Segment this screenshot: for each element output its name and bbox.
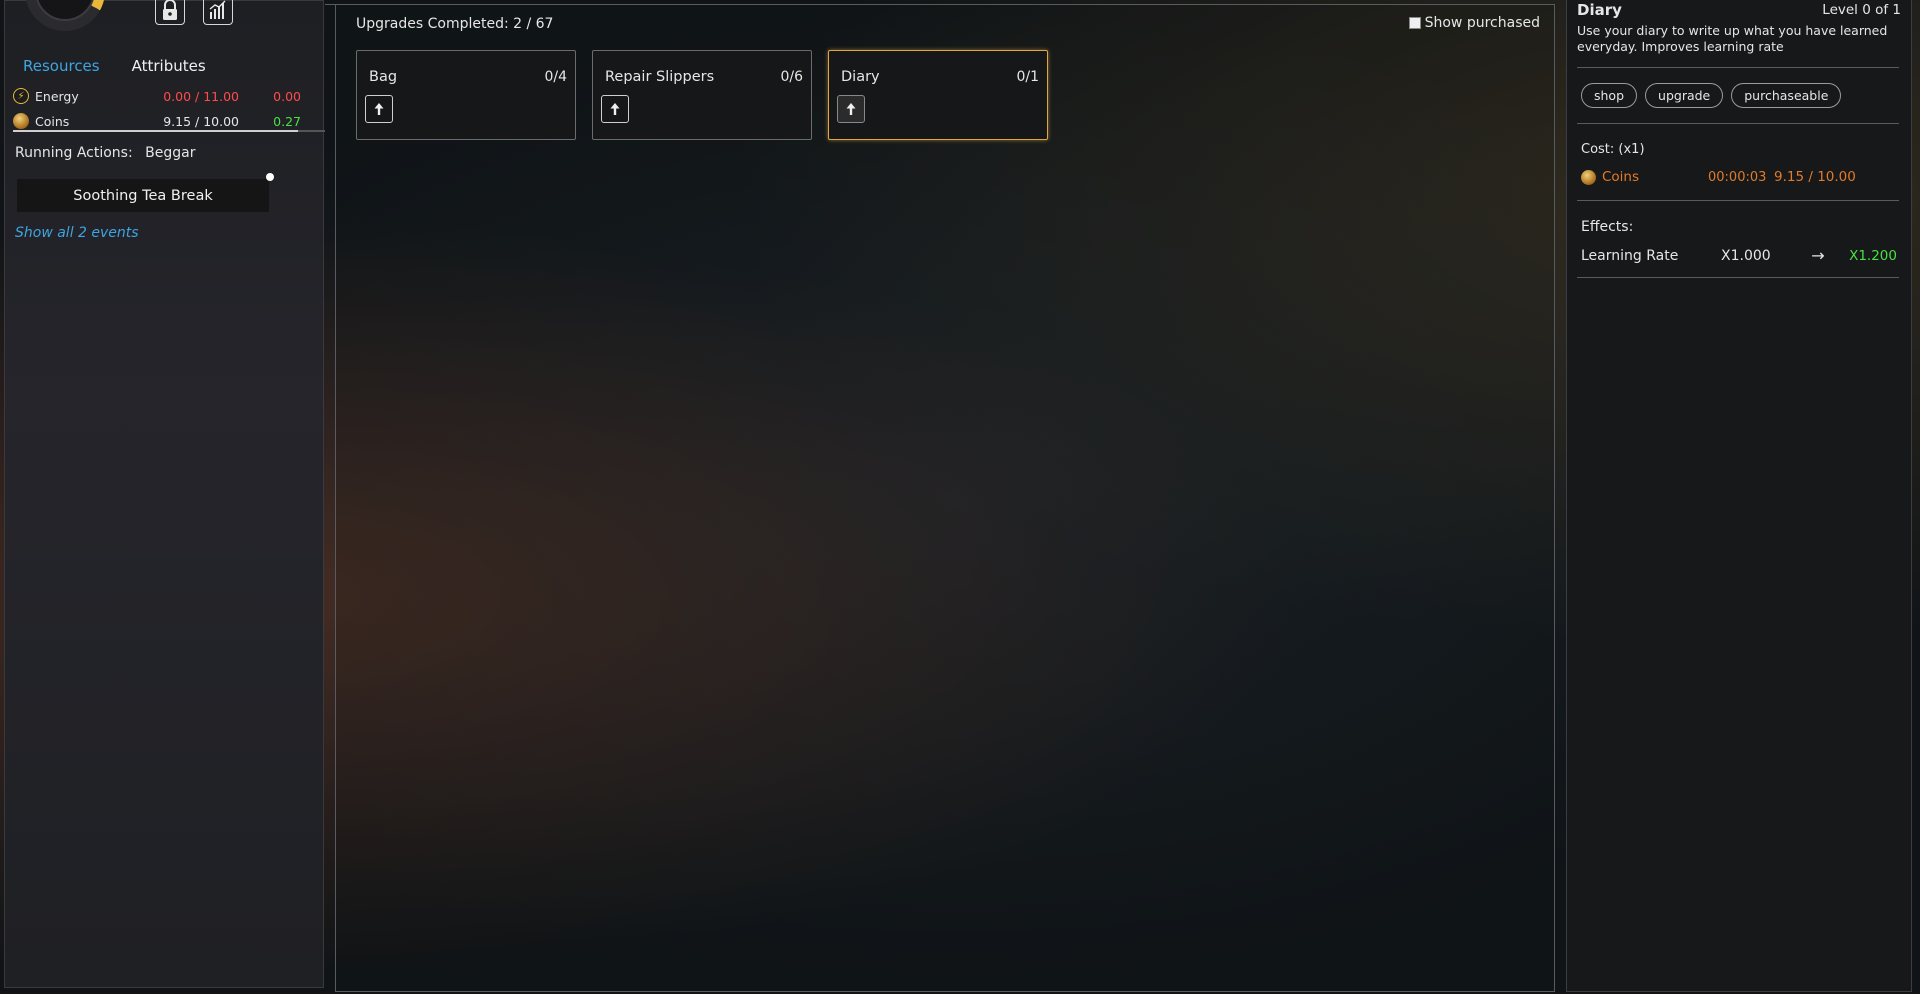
- resource-name: Coins: [35, 113, 70, 129]
- running-actions: Running Actions: Beggar: [15, 145, 195, 161]
- show-purchased-checkbox[interactable]: [1408, 17, 1421, 29]
- upgrades-panel: Upgrades Completed: 2 / 67 Show purchase…: [335, 4, 1555, 992]
- arrow-up-icon: [846, 103, 856, 115]
- resource-value: 0.00 / 11.00: [163, 88, 239, 104]
- effect-from: X1.000: [1721, 247, 1771, 264]
- tab-attributes[interactable]: Attributes: [132, 57, 206, 75]
- details-title: Diary: [1577, 1, 1622, 19]
- left-sidebar: Resources Attributes ⚡ Energy 0.00 / 11.…: [4, 0, 325, 988]
- resource-row-coins[interactable]: Coins 9.15 / 10.00 0.27: [13, 110, 325, 132]
- divider: [1577, 200, 1899, 201]
- upgrade-arrow-button[interactable]: [837, 95, 865, 123]
- running-actions-label: Running Actions:: [15, 145, 133, 161]
- lightning-icon: ⚡: [13, 88, 29, 104]
- show-purchased-toggle[interactable]: Show purchased: [1408, 15, 1540, 31]
- upgrade-count: 0/4: [544, 69, 567, 85]
- lock-icon[interactable]: [155, 0, 185, 25]
- coin-icon: [1581, 169, 1596, 185]
- details-description: Use your diary to write up what you have…: [1577, 23, 1888, 54]
- cost-row-coins: Coins 00:00:03 9.15 / 10.00: [1581, 168, 1856, 186]
- upgrade-arrow-button[interactable]: [601, 95, 629, 123]
- upgrade-count: 0/6: [780, 69, 803, 85]
- avatar-progress-ring[interactable]: [25, 0, 105, 31]
- tag-purchaseable[interactable]: purchaseable: [1731, 83, 1842, 108]
- divider: [1577, 277, 1899, 278]
- upgrade-count: 0/1: [1016, 69, 1039, 85]
- upgrade-title: Diary: [841, 69, 880, 85]
- sidebar-tabs: Resources Attributes: [23, 57, 206, 75]
- divider: [325, 4, 335, 5]
- resource-row-energy[interactable]: ⚡ Energy 0.00 / 11.00 0.00: [13, 85, 325, 107]
- stats-chart-icon[interactable]: [203, 0, 233, 25]
- upgrade-title: Bag: [369, 69, 398, 85]
- details-level: Level 0 of 1: [1822, 2, 1901, 18]
- effect-to: X1.200: [1849, 247, 1897, 264]
- arrow-up-icon: [374, 103, 384, 115]
- effect-name: Learning Rate: [1581, 247, 1679, 264]
- resource-name: Energy: [35, 88, 79, 104]
- upgrade-card-diary[interactable]: Diary 0/1: [828, 50, 1048, 140]
- tab-resources[interactable]: Resources: [23, 57, 100, 75]
- divider: [1577, 67, 1899, 68]
- cost-label: Cost: (x1): [1581, 142, 1645, 157]
- arrow-right-icon: →: [1811, 246, 1825, 265]
- running-actions-value: Beggar: [145, 145, 196, 161]
- effect-row-learning-rate: Learning Rate X1.000 → X1.200: [1581, 246, 1897, 265]
- tag-upgrade[interactable]: upgrade: [1645, 83, 1724, 108]
- upgrade-card-repair-slippers[interactable]: Repair Slippers 0/6: [592, 50, 812, 140]
- arrow-up-icon: [610, 103, 620, 115]
- event-button-soothing-tea-break[interactable]: Soothing Tea Break: [17, 179, 269, 212]
- cost-name: Coins: [1602, 169, 1640, 185]
- show-all-events-link[interactable]: Show all 2 events: [15, 225, 139, 241]
- show-purchased-label: Show purchased: [1424, 15, 1540, 31]
- effects-label: Effects:: [1581, 219, 1634, 235]
- tag-shop[interactable]: shop: [1581, 83, 1638, 108]
- upgrade-arrow-button[interactable]: [365, 95, 393, 123]
- resource-rate: 0.00: [273, 88, 301, 104]
- coins-progress-bar: [13, 130, 325, 132]
- cost-time: 00:00:03: [1708, 169, 1767, 185]
- event-indicator-dot: [266, 173, 274, 181]
- details-tags: shop upgrade purchaseable: [1581, 83, 1842, 108]
- resource-value: 9.15 / 10.00: [163, 113, 239, 129]
- coins-progress-fill: [13, 130, 299, 132]
- upgrade-card-bag[interactable]: Bag 0/4: [356, 50, 576, 140]
- upgrade-title: Repair Slippers: [605, 69, 715, 85]
- upgrade-details-panel: Diary Level 0 of 1 Use your diary to wri…: [1566, 0, 1912, 992]
- upgrades-completed: Upgrades Completed: 2 / 67: [356, 16, 554, 32]
- cost-amount: 9.15 / 10.00: [1774, 169, 1856, 185]
- divider: [1577, 123, 1899, 124]
- resource-rate: 0.27: [273, 113, 301, 129]
- coin-icon: [13, 113, 29, 129]
